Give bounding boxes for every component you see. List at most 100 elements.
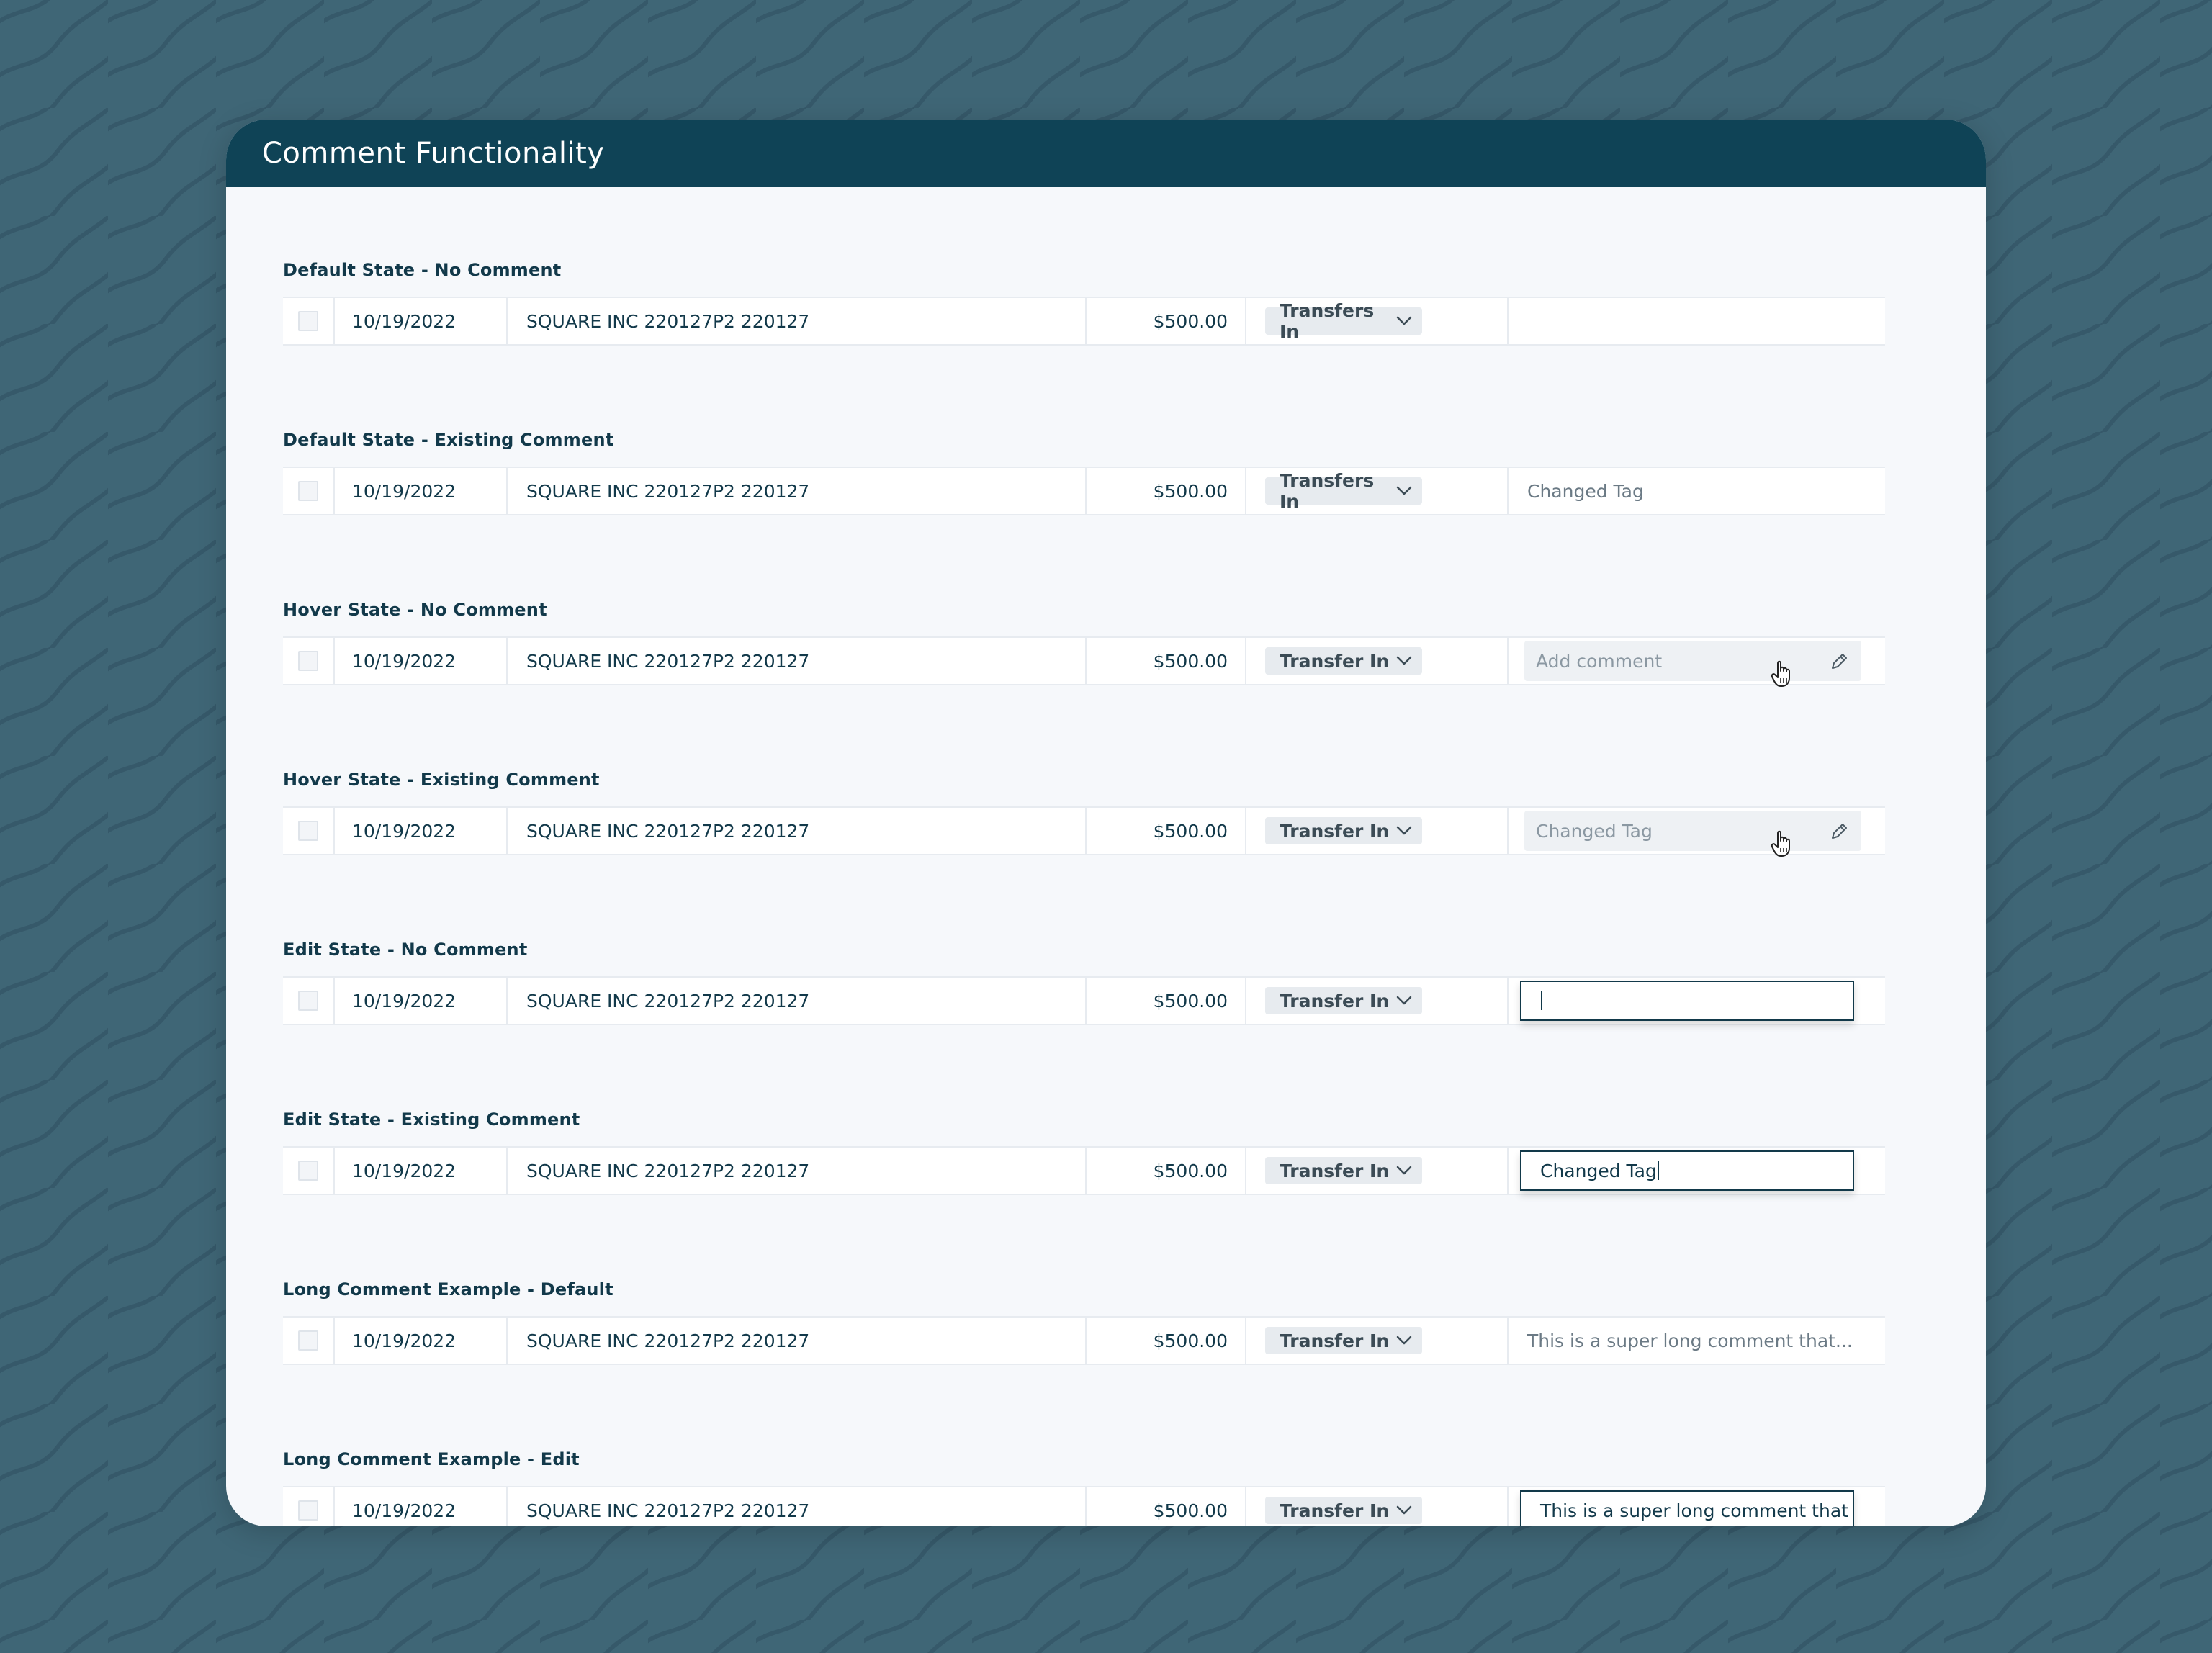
comment-edit-input[interactable] — [1520, 981, 1854, 1021]
description-cell: SQUARE INC 220127P2 220127 — [508, 978, 1087, 1024]
amount-cell: $500.00 — [1087, 468, 1246, 514]
comment-edit-input[interactable]: Changed Tag — [1520, 1150, 1854, 1191]
description-text: SQUARE INC 220127P2 220127 — [526, 1500, 810, 1521]
row-checkbox[interactable] — [298, 311, 318, 331]
amount-cell: $500.00 — [1087, 298, 1246, 344]
amount-text: $500.00 — [1153, 1330, 1228, 1351]
description-text: SQUARE INC 220127P2 220127 — [526, 1160, 810, 1181]
row-checkbox[interactable] — [298, 821, 318, 841]
section-1: Default State - No Comment 10/19/2022 SQUA… — [283, 187, 1885, 357]
chevron-down-icon — [1396, 656, 1412, 666]
comment-cell[interactable]: Changed Tag — [1509, 468, 1885, 514]
checkbox-cell — [283, 1487, 335, 1526]
comment-cell[interactable]: This is a super long comment that... — [1509, 1318, 1885, 1364]
tag-dropdown[interactable]: Transfers In — [1265, 300, 1422, 342]
comment-text[interactable]: Changed Tag — [1527, 481, 1644, 502]
text-caret — [1541, 991, 1542, 1010]
description-cell: SQUARE INC 220127P2 220127 — [508, 1487, 1087, 1526]
transaction-row[interactable]: 10/19/2022 SQUARE INC 220127P2 220127 $500… — [283, 976, 1885, 1025]
comment-cell[interactable] — [1509, 298, 1885, 344]
text-caret — [1657, 1161, 1659, 1180]
tag-cell: Transfer In — [1246, 1487, 1509, 1526]
comment-cell[interactable]: Add comment — [1509, 638, 1885, 687]
section-6: Edit State - Existing Comment 10/19/2022 S… — [283, 1037, 1885, 1207]
checkbox-cell — [283, 978, 335, 1024]
transaction-row[interactable]: 10/19/2022 SQUARE INC 220127P2 220127 $500… — [283, 636, 1885, 687]
transaction-row[interactable]: 10/19/2022 SQUARE INC 220127P2 220127 $500… — [283, 1146, 1885, 1195]
checkbox-cell — [283, 298, 335, 344]
chevron-down-icon — [1396, 826, 1412, 836]
date-cell: 10/19/2022 — [335, 978, 508, 1024]
section-title: Hover State - Existing Comment — [283, 770, 600, 790]
description-text: SQUARE INC 220127P2 220127 — [526, 480, 810, 502]
date-cell: 10/19/2022 — [335, 468, 508, 514]
tag-dropdown[interactable]: Transfer In — [1265, 1327, 1422, 1354]
amount-text: $500.00 — [1153, 1500, 1228, 1521]
row-checkbox[interactable] — [298, 1161, 318, 1181]
amount-cell: $500.00 — [1087, 1148, 1246, 1194]
transaction-row[interactable]: 10/19/2022 SQUARE INC 220127P2 220127 $500… — [283, 1316, 1885, 1365]
amount-text: $500.00 — [1153, 1160, 1228, 1181]
row-checkbox[interactable] — [298, 1330, 318, 1351]
section-title: Hover State - No Comment — [283, 600, 547, 620]
transaction-row[interactable]: 10/19/2022 SQUARE INC 220127P2 220127 $500… — [283, 1486, 1885, 1526]
date-text: 10/19/2022 — [352, 480, 457, 502]
tag-cell: Transfer In — [1246, 1318, 1509, 1364]
date-cell: 10/19/2022 — [335, 1487, 508, 1526]
comment-hover-field[interactable]: Add comment — [1524, 641, 1861, 687]
amount-text: $500.00 — [1153, 820, 1228, 842]
section-title: Default State - Existing Comment — [283, 430, 614, 450]
tag-cell: Transfer In — [1246, 638, 1509, 684]
chevron-down-icon — [1396, 996, 1412, 1006]
transaction-row[interactable]: 10/19/2022 SQUARE INC 220127P2 220127 $500… — [283, 806, 1885, 857]
chevron-down-icon — [1396, 486, 1412, 496]
row-checkbox[interactable] — [298, 481, 318, 501]
checkbox-cell — [283, 808, 335, 854]
comment-cell[interactable]: Changed Tag — [1509, 1148, 1885, 1194]
tag-dropdown[interactable]: Transfer In — [1265, 647, 1422, 675]
amount-cell: $500.00 — [1087, 638, 1246, 684]
page-title: Comment Functionality — [262, 137, 605, 170]
section-title: Edit State - Existing Comment — [283, 1109, 580, 1130]
transaction-row[interactable]: 10/19/2022 SQUARE INC 220127P2 220127 $500… — [283, 297, 1885, 346]
comment-text[interactable]: This is a super long comment that... — [1527, 1330, 1853, 1351]
tag-dropdown[interactable]: Transfers In — [1265, 470, 1422, 512]
tag-label: Transfer In — [1280, 650, 1390, 672]
tag-cell: Transfer In — [1246, 808, 1509, 854]
tag-dropdown[interactable]: Transfer In — [1265, 1497, 1422, 1524]
date-text: 10/19/2022 — [352, 990, 457, 1012]
date-text: 10/19/2022 — [352, 820, 457, 842]
pencil-icon[interactable] — [1828, 651, 1850, 672]
pencil-icon[interactable] — [1828, 821, 1850, 842]
row-checkbox[interactable] — [298, 991, 318, 1011]
tag-label: Transfer In — [1280, 1330, 1390, 1351]
tag-label: Transfer In — [1280, 1160, 1390, 1181]
comment-cell[interactable] — [1509, 978, 1885, 1024]
amount-text: $500.00 — [1153, 310, 1228, 332]
comment-edit-input[interactable]: This is a super long comment that — [1520, 1490, 1854, 1526]
comment-functionality-card: Comment Functionality Default State - No… — [226, 120, 1986, 1526]
transaction-row[interactable]: 10/19/2022 SQUARE INC 220127P2 220127 $500… — [283, 467, 1885, 515]
card-header: Comment Functionality — [226, 120, 1986, 187]
tag-dropdown[interactable]: Transfer In — [1265, 817, 1422, 844]
comment-cell[interactable]: Changed Tag — [1509, 808, 1885, 857]
comment-cell[interactable]: This is a super long comment that — [1509, 1487, 1885, 1526]
checkbox-cell — [283, 468, 335, 514]
tag-cell: Transfer In — [1246, 978, 1509, 1024]
chevron-down-icon — [1396, 1505, 1412, 1515]
checkbox-cell — [283, 1148, 335, 1194]
amount-text: $500.00 — [1153, 480, 1228, 502]
checkbox-cell — [283, 638, 335, 684]
section-8: Long Comment Example - Edit 10/19/2022 SQU… — [283, 1377, 1885, 1526]
amount-cell: $500.00 — [1087, 978, 1246, 1024]
description-text: SQUARE INC 220127P2 220127 — [526, 1330, 810, 1351]
tag-dropdown[interactable]: Transfer In — [1265, 987, 1422, 1014]
amount-text: $500.00 — [1153, 650, 1228, 672]
date-cell: 10/19/2022 — [335, 638, 508, 684]
tag-dropdown[interactable]: Transfer In — [1265, 1157, 1422, 1184]
comment-hover-field[interactable]: Changed Tag — [1524, 811, 1861, 857]
comment-input-value: This is a super long comment that — [1540, 1500, 1848, 1521]
row-checkbox[interactable] — [298, 1500, 318, 1521]
section-3: Hover State - No Comment 10/19/2022 SQUARE… — [283, 527, 1885, 697]
row-checkbox[interactable] — [298, 651, 318, 671]
